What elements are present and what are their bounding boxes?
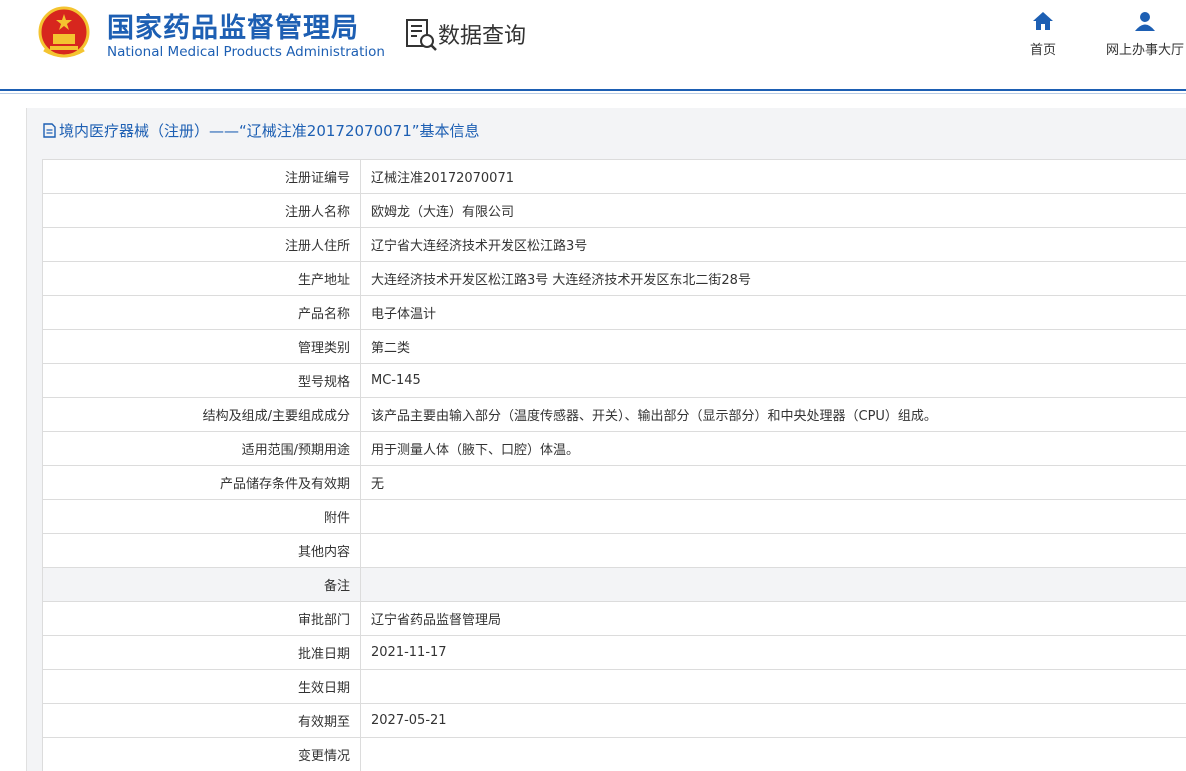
row-label: 结构及组成/主要组成成分: [42, 397, 361, 432]
row-label: 注册人住所: [42, 227, 361, 262]
national-emblem-icon: [38, 6, 90, 58]
row-value: 欧姆龙（大连）有限公司: [360, 193, 1186, 228]
logo-subtitle: National Medical Products Administration: [107, 44, 385, 60]
row-label: 附件: [42, 499, 361, 534]
row-value: MC-145: [360, 363, 1186, 398]
table-row: 变更情况: [42, 737, 1186, 771]
row-value: 2021-11-17: [360, 635, 1186, 670]
row-label: 型号规格: [42, 363, 361, 398]
nav-service-hall-label: 网上办事大厅: [1105, 43, 1184, 58]
row-value: [360, 669, 1186, 704]
data-query-icon: [406, 19, 437, 51]
home-icon: [1033, 12, 1053, 30]
site-header: 国家药品监督管理局 National Medical Products Admi…: [0, 0, 1186, 90]
row-label: 产品储存条件及有效期: [42, 465, 361, 500]
row-label: 备注: [42, 567, 361, 602]
row-label: 注册人名称: [42, 193, 361, 228]
table-row: 附件: [42, 499, 1186, 534]
row-label: 批准日期: [42, 635, 361, 670]
table-row: 生产地址 大连经济技术开发区松江路3号 大连经济技术开发区东北二街28号: [42, 261, 1186, 296]
nav-service-hall-link[interactable]: 网上办事大厅: [1100, 10, 1186, 58]
table-row: 管理类别 第二类: [42, 329, 1186, 364]
table-row: 注册人名称 欧姆龙（大连）有限公司: [42, 193, 1186, 228]
table-row: 批准日期 2021-11-17: [42, 635, 1186, 670]
row-value: 电子体温计: [360, 295, 1186, 330]
section-title: 数据查询: [438, 24, 527, 49]
row-label: 注册证编号: [42, 159, 361, 194]
row-value: [360, 567, 1186, 602]
row-label: 其他内容: [42, 533, 361, 568]
row-label: 适用范围/预期用途: [42, 431, 361, 466]
row-label: 管理类别: [42, 329, 361, 364]
row-value: [360, 499, 1186, 534]
nav-home-link[interactable]: 首页: [1020, 10, 1066, 58]
table-row: 产品名称 电子体温计: [42, 295, 1186, 330]
row-value: 用于测量人体（腋下、口腔）体温。: [360, 431, 1186, 466]
row-label: 审批部门: [42, 601, 361, 636]
row-label: 生产地址: [42, 261, 361, 296]
row-value: 大连经济技术开发区松江路3号 大连经济技术开发区东北二街28号: [360, 261, 1186, 296]
table-row: 注册人住所 辽宁省大连经济技术开发区松江路3号: [42, 227, 1186, 262]
row-value: 辽宁省大连经济技术开发区松江路3号: [360, 227, 1186, 262]
table-row: 生效日期: [42, 669, 1186, 704]
row-label: 变更情况: [42, 737, 361, 771]
row-value: 辽宁省药品监督管理局: [360, 601, 1186, 636]
row-value: [360, 533, 1186, 568]
table-row: 适用范围/预期用途 用于测量人体（腋下、口腔）体温。: [42, 431, 1186, 466]
logo-title: 国家药品监督管理局: [107, 13, 359, 44]
nav-home-label: 首页: [1029, 43, 1056, 58]
user-icon: [1135, 12, 1155, 31]
table-row: 产品储存条件及有效期无: [42, 465, 1186, 500]
row-value: 该产品主要由输入部分（温度传感器、开关）、输出部分（显示部分）和中央处理器（CP…: [360, 397, 1186, 432]
table-row: 型号规格 MC-145: [42, 363, 1186, 398]
document-icon: [43, 123, 56, 138]
row-value: 第二类: [360, 329, 1186, 364]
row-value: 无: [360, 465, 1186, 500]
panel-title-text: 境内医疗器械（注册）——“辽械注准20172070071”基本信息: [59, 122, 480, 140]
table-row: 备注: [42, 567, 1186, 602]
header-divider-thin: [0, 93, 1186, 94]
row-label: 有效期至: [42, 703, 361, 738]
row-value: 2027-05-21: [360, 703, 1186, 738]
table-row: 其他内容: [42, 533, 1186, 568]
table-row: 结构及组成/主要组成成分 该产品主要由输入部分（温度传感器、开关）、输出部分（显示…: [42, 397, 1186, 432]
row-value: 辽械注准20172070071: [360, 159, 1186, 194]
header-divider: [0, 89, 1186, 91]
row-label: 产品名称: [42, 295, 361, 330]
row-value: [360, 737, 1186, 771]
registration-info-table: 注册证编号 辽械注准20172070071 注册人名称 欧姆龙（大连）有限公司 注册…: [42, 159, 1186, 771]
row-label: 生效日期: [42, 669, 361, 704]
table-row: 有效期至 2027-05-21: [42, 703, 1186, 738]
table-row: 注册证编号 辽械注准20172070071: [42, 159, 1186, 194]
table-row: 审批部门 辽宁省药品监督管理局: [42, 601, 1186, 636]
panel-title: 境内医疗器械（注册）——“辽械注准20172070071”基本信息: [43, 120, 480, 141]
